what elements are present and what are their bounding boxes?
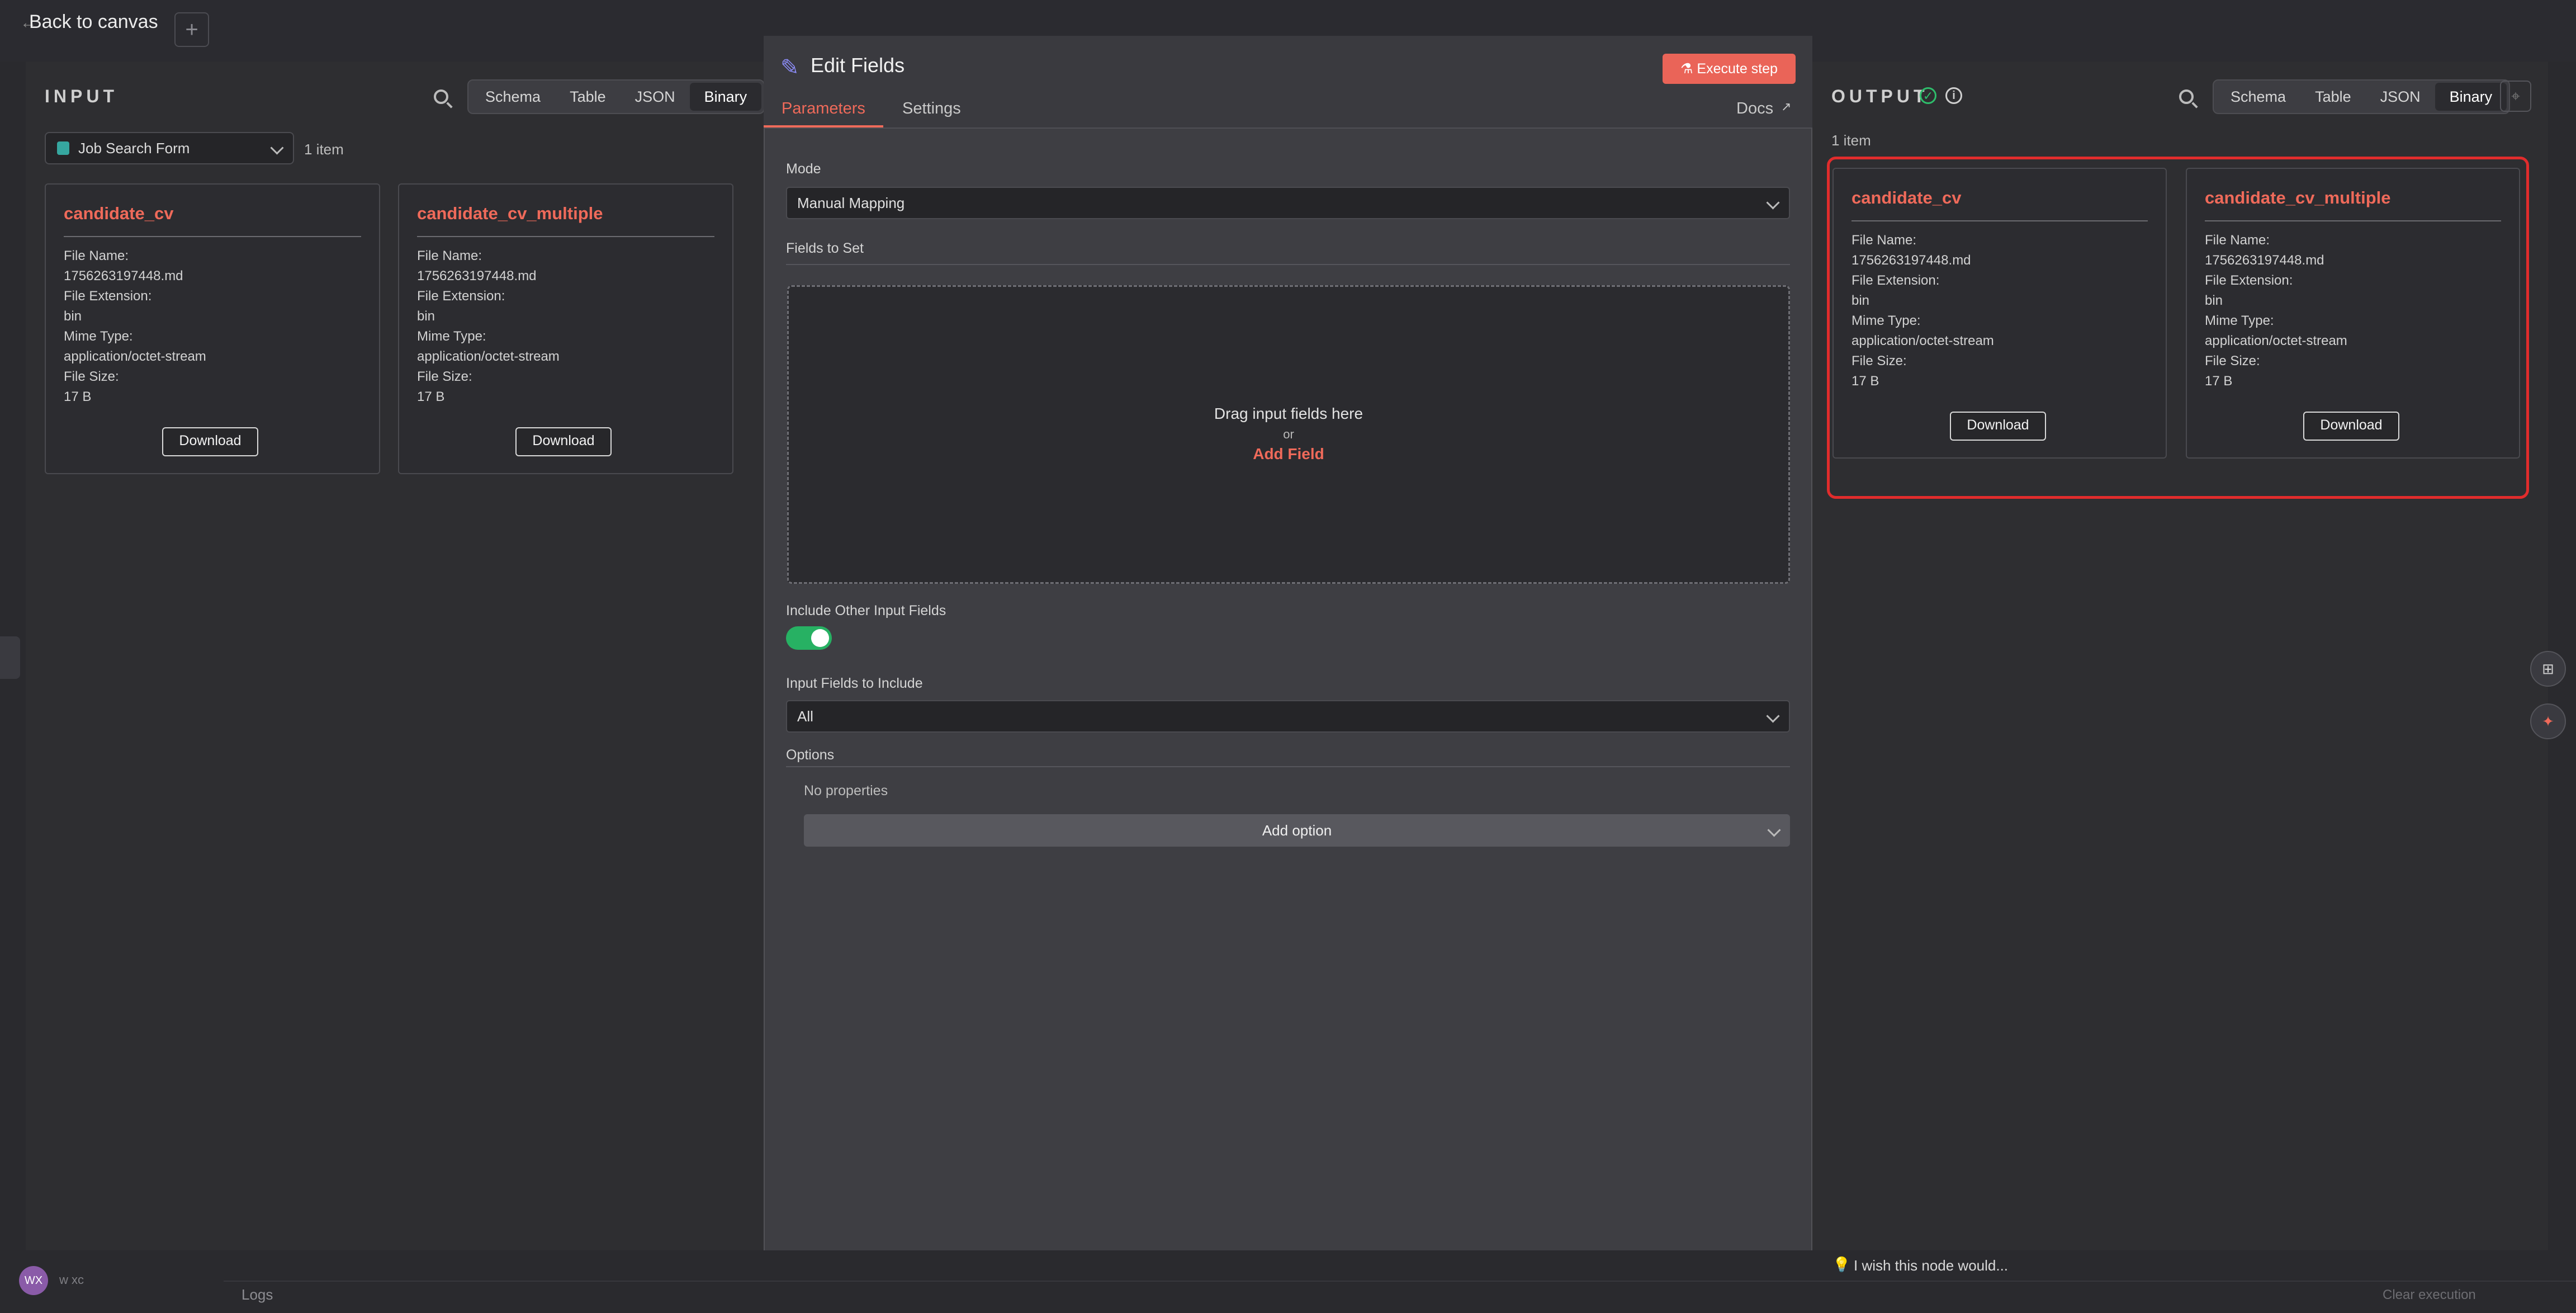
file-size-label: File Size: (417, 369, 472, 384)
mime-type-value: application/octet-stream (417, 349, 560, 364)
node-creator-icon[interactable]: ⊞ (2530, 651, 2566, 687)
input-binary-card: candidate_cv File Name: 1756263197448.md… (45, 183, 380, 474)
options-label: Options (786, 747, 835, 763)
output-view-json[interactable]: JSON (2366, 83, 2435, 111)
tab-parameters[interactable]: Parameters (782, 100, 865, 118)
input-node-select[interactable]: Job Search Form (45, 132, 294, 164)
form-node-icon (57, 141, 69, 155)
input-items-count: 1 item (304, 141, 344, 158)
drop-zone-or: or (1283, 427, 1294, 441)
include-other-fields-toggle[interactable] (786, 626, 832, 650)
input-view-table[interactable]: Table (555, 83, 621, 111)
file-extension-value: bin (417, 309, 435, 324)
mode-select-value: Manual Mapping (797, 194, 905, 211)
output-highlight-box (1827, 157, 2529, 499)
add-option-label: Add option (1262, 822, 1332, 839)
divider (786, 766, 1790, 767)
output-panel-title: OUTPUT (1831, 86, 1929, 106)
output-view-schema[interactable]: Schema (2216, 83, 2300, 111)
file-name-value: 1756263197448.md (64, 268, 183, 284)
success-check-icon: ✓ (1920, 87, 1936, 104)
file-name-value: 1756263197448.md (417, 268, 537, 284)
file-extension-label: File Extension: (64, 289, 152, 304)
file-size-value: 17 B (417, 389, 445, 404)
input-node-select-value: Job Search Form (78, 139, 190, 157)
mime-type-label: Mime Type: (417, 329, 486, 344)
add-option-button[interactable]: Add option (804, 814, 1790, 847)
info-icon[interactable]: i (1945, 87, 1962, 104)
input-view-switcher: Schema Table JSON Binary (467, 79, 765, 114)
flask-icon: ⚗ (1680, 61, 1697, 77)
mode-select[interactable]: Manual Mapping (786, 187, 1790, 219)
chevron-down-icon (270, 141, 284, 155)
left-collapse-tab[interactable] (0, 636, 20, 679)
feedback-link[interactable]: I wish this node would... (1854, 1257, 2008, 1274)
node-title[interactable]: Edit Fields (811, 54, 905, 77)
download-button[interactable]: Download (515, 427, 612, 456)
ai-assistant-icon[interactable]: ✦ (2530, 703, 2566, 739)
add-field-link[interactable]: Add Field (787, 445, 1790, 463)
pin-icon[interactable]: ⌖ (2500, 81, 2531, 112)
execute-step-button[interactable]: ⚗ Execute step (1663, 54, 1796, 84)
edit-fields-panel (764, 36, 1812, 1281)
download-button[interactable]: Download (162, 427, 258, 456)
binary-card-title: candidate_cv_multiple (417, 204, 603, 223)
tab-settings[interactable]: Settings (902, 100, 961, 118)
search-icon[interactable] (2179, 89, 2194, 104)
add-node-button[interactable]: + (174, 12, 209, 47)
external-link-icon: ↗ (1781, 100, 1792, 114)
mime-type-label: Mime Type: (64, 329, 133, 344)
back-to-canvas-link[interactable]: Back to canvas (29, 11, 158, 33)
no-properties-text: No properties (804, 783, 888, 799)
file-size-value: 17 B (64, 389, 92, 404)
input-fields-to-include-label: Input Fields to Include (786, 676, 923, 691)
divider (786, 264, 1790, 265)
logs-bar[interactable] (224, 1281, 2576, 1313)
chevron-down-icon (1767, 823, 1781, 837)
file-name-label: File Name: (417, 248, 482, 263)
input-view-json[interactable]: JSON (621, 83, 690, 111)
avatar[interactable]: WX (19, 1266, 48, 1295)
input-fields-to-include-select[interactable]: All (786, 700, 1790, 733)
input-view-binary[interactable]: Binary (689, 83, 762, 111)
input-panel-title: INPUT (45, 86, 118, 106)
include-other-fields-label: Include Other Input Fields (786, 603, 946, 618)
active-tab-indicator (764, 125, 883, 127)
output-view-binary[interactable]: Binary (2435, 83, 2507, 111)
execute-step-label: Execute step (1697, 61, 1778, 77)
divider (64, 236, 361, 237)
logs-label[interactable]: Logs (242, 1286, 273, 1303)
file-name-label: File Name: (64, 248, 129, 263)
user-name: w xc (59, 1273, 84, 1287)
chevron-down-icon (1766, 709, 1780, 723)
divider (417, 236, 714, 237)
input-view-schema[interactable]: Schema (471, 83, 555, 111)
mime-type-value: application/octet-stream (64, 349, 206, 364)
fields-to-set-label: Fields to Set (786, 240, 864, 256)
file-size-label: File Size: (64, 369, 119, 384)
search-icon[interactable] (434, 89, 448, 104)
mode-label: Mode (786, 161, 821, 177)
file-extension-value: bin (64, 309, 82, 324)
binary-card-title: candidate_cv (64, 204, 174, 223)
output-view-table[interactable]: Table (2300, 83, 2366, 111)
file-extension-label: File Extension: (417, 289, 505, 304)
input-binary-card: candidate_cv_multiple File Name: 1756263… (398, 183, 733, 474)
lightbulb-icon: 💡 (1832, 1256, 1851, 1273)
docs-link[interactable]: Docs (1736, 100, 1773, 118)
drop-zone-text: Drag input fields here (1214, 405, 1363, 422)
chevron-down-icon (1766, 196, 1780, 210)
input-fields-select-value: All (797, 707, 813, 725)
pencil-icon: ✎ (780, 55, 799, 80)
clear-execution-button[interactable]: Clear execution (2383, 1287, 2476, 1303)
output-view-switcher: Schema Table JSON Binary (2213, 79, 2511, 114)
output-items-count: 1 item (1831, 132, 1871, 149)
